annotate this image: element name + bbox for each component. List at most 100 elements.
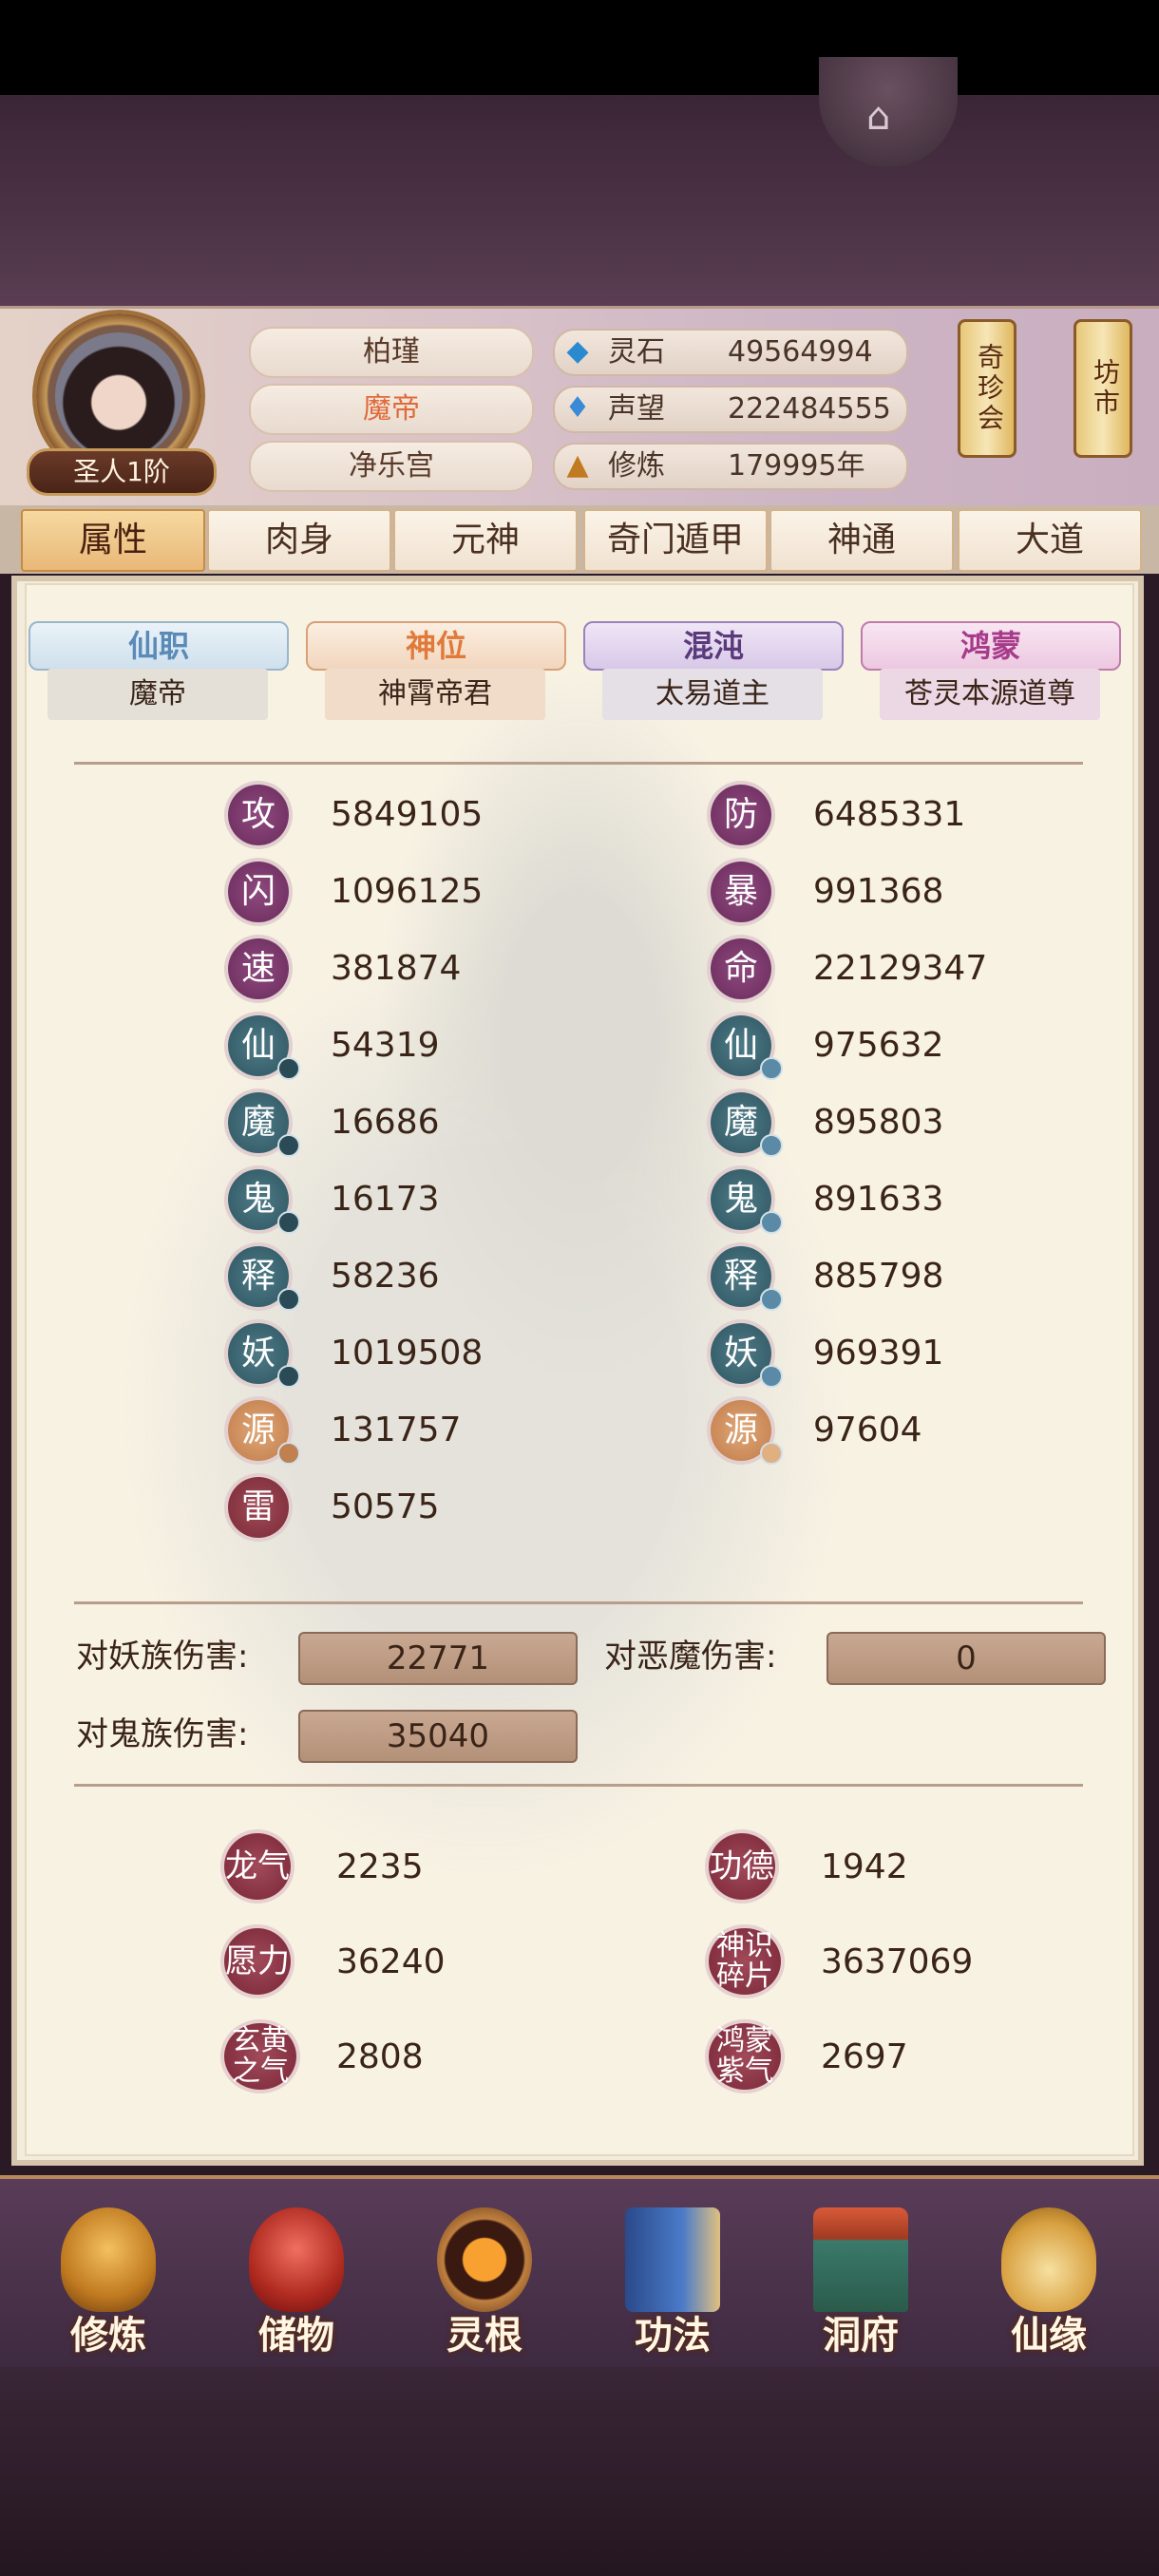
thunder-value: 50575: [331, 1487, 440, 1526]
bag-icon: [249, 2207, 344, 2312]
damage-beast-value: 22771: [298, 1632, 578, 1685]
hp-icon: 命: [711, 938, 771, 999]
hp-value: 22129347: [813, 949, 988, 988]
damage-demon-value: 0: [826, 1632, 1106, 1685]
attack-badge-icon: [277, 1442, 300, 1465]
defense-badge-icon: [760, 1442, 783, 1465]
spirit-root-icon: [437, 2207, 532, 2312]
defense-icon: 防: [711, 785, 771, 845]
merit-icon: 功德: [709, 1833, 775, 1900]
tab-spirit[interactable]: 元神: [393, 509, 578, 572]
immortal-defense-value: 975632: [813, 1026, 944, 1065]
player-title: 魔帝: [249, 384, 534, 435]
resource-spirit-stone: ◆ 灵石 49564994: [553, 329, 908, 376]
demon-defense-value: 895803: [813, 1103, 944, 1142]
bottom-background: [0, 2367, 1159, 2576]
tab-attributes[interactable]: 属性: [21, 509, 205, 572]
spirit-stone-icon: ◆: [566, 334, 589, 368]
hongmeng-qi-icon: 鸿蒙 紫气: [709, 2023, 781, 2090]
bell-icon: ⌂: [866, 95, 891, 139]
divider-top: [74, 762, 1083, 765]
nav-cave[interactable]: 洞府: [768, 2200, 954, 2361]
hongmeng-qi-value: 2697: [821, 2037, 908, 2076]
monk-icon: [61, 2207, 156, 2312]
dodge-value: 1096125: [331, 872, 484, 911]
buddha-attack-value: 58236: [331, 1257, 440, 1296]
defense-badge-icon: [760, 1134, 783, 1157]
rank-hongmeng-label: 鸿蒙: [861, 621, 1121, 671]
origin-defense-value: 97604: [813, 1411, 922, 1449]
speed-value: 381874: [331, 949, 462, 988]
attack-badge-icon: [277, 1211, 300, 1234]
ghost-defense-value: 891633: [813, 1180, 944, 1219]
nav-storage[interactable]: 储物: [203, 2200, 390, 2361]
damage-ghost-label: 对鬼族伤害:: [76, 1715, 249, 1753]
nav-fate[interactable]: 仙缘: [956, 2200, 1142, 2361]
tab-qimen[interactable]: 奇门遁甲: [583, 509, 768, 572]
nav-cultivate[interactable]: 修炼: [15, 2200, 201, 2361]
status-bar: [0, 0, 1159, 95]
player-name: 柏瑾: [249, 327, 534, 378]
nav-spirit-root[interactable]: 灵根: [391, 2200, 578, 2361]
dragon-qi-icon: 龙气: [224, 1833, 291, 1900]
resource-cultivate: ▲ 修炼 179995年: [553, 443, 908, 490]
dragon-qi-value: 2235: [336, 1847, 424, 1886]
avatar: [55, 332, 182, 460]
ghost-attack-value: 16173: [331, 1180, 440, 1219]
damage-beast-label: 对妖族伤害:: [76, 1638, 249, 1676]
rank-immortal-label: 仙职: [28, 621, 289, 671]
defense-badge-icon: [760, 1365, 783, 1388]
prestige-icon: ♦: [564, 391, 591, 425]
dodge-icon: 闪: [228, 862, 289, 922]
defense-badge-icon: [760, 1288, 783, 1311]
wish-power-value: 36240: [336, 1942, 446, 1981]
gourd-icon: [1001, 2207, 1096, 2312]
origin-attack-value: 131757: [331, 1411, 462, 1449]
divider-middle: [74, 1601, 1083, 1604]
tab-body[interactable]: 肉身: [207, 509, 391, 572]
attack-badge-icon: [277, 1134, 300, 1157]
rank-hongmeng-value: 苍灵本源道尊: [880, 669, 1100, 720]
crit-value: 991368: [813, 872, 944, 911]
attack-badge-icon: [277, 1288, 300, 1311]
resource-prestige: ♦ 声望 222484555: [553, 386, 908, 433]
demon-attack-value: 16686: [331, 1103, 440, 1142]
crit-icon: 暴: [711, 862, 771, 922]
wish-power-icon: 愿力: [224, 1928, 291, 1995]
xuanhuang-qi-icon: 玄黄 之气: [224, 2023, 296, 2090]
book-icon: [625, 2207, 720, 2312]
attack-badge-icon: [277, 1057, 300, 1080]
rank-immortal-value: 魔帝: [48, 669, 268, 720]
defense-value: 6485331: [813, 795, 966, 834]
immortal-attack-value: 54319: [331, 1026, 440, 1065]
attack-value: 5849105: [331, 795, 484, 834]
rank-god-value: 神霄帝君: [325, 669, 545, 720]
xuanhuang-qi-value: 2808: [336, 2037, 424, 2076]
rank-badge: 圣人1阶: [27, 448, 217, 496]
attack-badge-icon: [277, 1365, 300, 1388]
merit-value: 1942: [821, 1847, 908, 1886]
rank-chaos-value: 太易道主: [602, 669, 823, 720]
defense-badge-icon: [760, 1211, 783, 1234]
treasure-fair-button[interactable]: 奇珍会: [958, 319, 1016, 458]
beast-defense-value: 969391: [813, 1334, 944, 1373]
nav-techniques[interactable]: 功法: [580, 2200, 766, 2361]
attack-icon: 攻: [228, 785, 289, 845]
divider-bottom: [74, 1784, 1083, 1787]
tab-divine[interactable]: 神通: [770, 509, 954, 572]
rank-chaos-label: 混沌: [583, 621, 844, 671]
top-background: [0, 95, 1159, 306]
damage-demon-label: 对恶魔伤害:: [604, 1638, 777, 1676]
soul-fragment-icon: 神识 碎片: [709, 1928, 781, 1995]
player-sect: 净乐宫: [249, 441, 534, 492]
beast-attack-value: 1019508: [331, 1334, 484, 1373]
soul-fragment-value: 3637069: [821, 1942, 974, 1981]
defense-badge-icon: [760, 1057, 783, 1080]
tab-dao[interactable]: 大道: [958, 509, 1142, 572]
damage-ghost-value: 35040: [298, 1710, 578, 1763]
speed-icon: 速: [228, 938, 289, 999]
thunder-icon: 雷: [228, 1477, 289, 1538]
cave-dwelling-icon: [813, 2207, 908, 2312]
buddha-defense-value: 885798: [813, 1257, 944, 1296]
market-button[interactable]: 坊市: [1074, 319, 1132, 458]
